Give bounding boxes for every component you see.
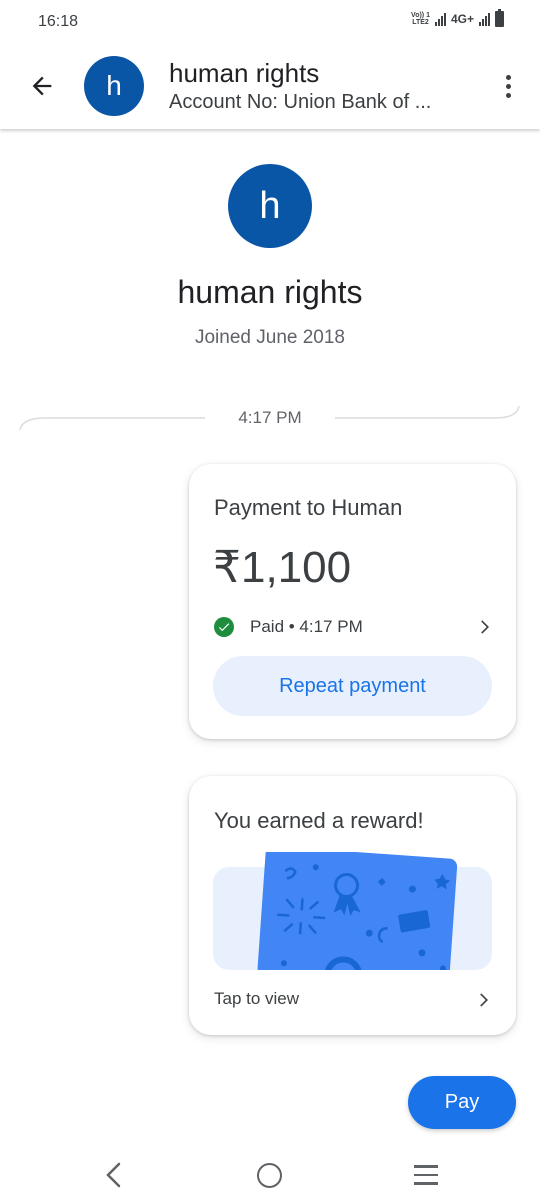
header-title[interactable]: human rights (169, 58, 319, 89)
more-options-button[interactable] (498, 68, 518, 104)
pay-button[interactable]: Pay (408, 1076, 516, 1129)
reward-card[interactable]: You earned a reward! Tap to view (189, 776, 516, 1035)
profile-name: human rights (177, 274, 363, 310)
volte-indicator: Vo)) 1 LTE2 (411, 12, 430, 26)
chevron-right-icon (481, 620, 489, 634)
status-time: 16:18 (38, 13, 79, 30)
profile-joined-date: Joined June 2018 (194, 327, 345, 348)
payment-card[interactable]: Payment to Human ₹1,100 Paid • 4:17 PM R… (189, 464, 516, 739)
back-arrow-icon (32, 76, 52, 96)
reward-scratch-card-image[interactable] (213, 852, 492, 970)
volte-line1: Vo)) 1 (411, 12, 430, 19)
battery-icon (495, 9, 504, 27)
tap-to-view-label: Tap to view (214, 989, 300, 1008)
header-subtitle: Account No: Union Bank of ... (169, 91, 432, 113)
signal-icon-1 (434, 12, 446, 26)
signal-icon-2 (479, 12, 490, 26)
system-nav-bar (0, 1148, 540, 1204)
payment-title: Payment to Human (214, 495, 403, 520)
conversation-timestamp: 4:17 PM (238, 408, 302, 427)
more-vert-icon (505, 74, 511, 80)
payment-amount: ₹1,100 (213, 543, 352, 592)
check-circle-icon (214, 617, 234, 637)
status-icons: Vo)) 1 LTE2 4G+ (411, 9, 504, 27)
header-avatar[interactable]: h (84, 56, 144, 116)
tap-to-view-row[interactable]: Tap to view (214, 989, 493, 1015)
nav-back-icon[interactable] (100, 1160, 128, 1190)
reward-title: You earned a reward! (214, 808, 424, 833)
profile-avatar: h (228, 164, 312, 248)
network-type: 4G+ (450, 12, 474, 26)
app-bar: h human rights Account No: Union Bank of… (0, 44, 540, 129)
payment-status: Paid • 4:17 PM (250, 617, 363, 636)
nav-recents-icon[interactable] (414, 1165, 438, 1185)
volte-line2: LTE2 (412, 19, 429, 26)
repeat-payment-button[interactable]: Repeat payment (213, 656, 492, 716)
back-button[interactable] (26, 70, 58, 102)
chevron-right-icon (480, 993, 488, 1007)
nav-home-icon[interactable] (257, 1163, 282, 1188)
status-bar: 16:18 Vo)) 1 LTE2 4G+ (0, 0, 540, 44)
payment-status-row[interactable]: Paid • 4:17 PM (214, 614, 494, 640)
